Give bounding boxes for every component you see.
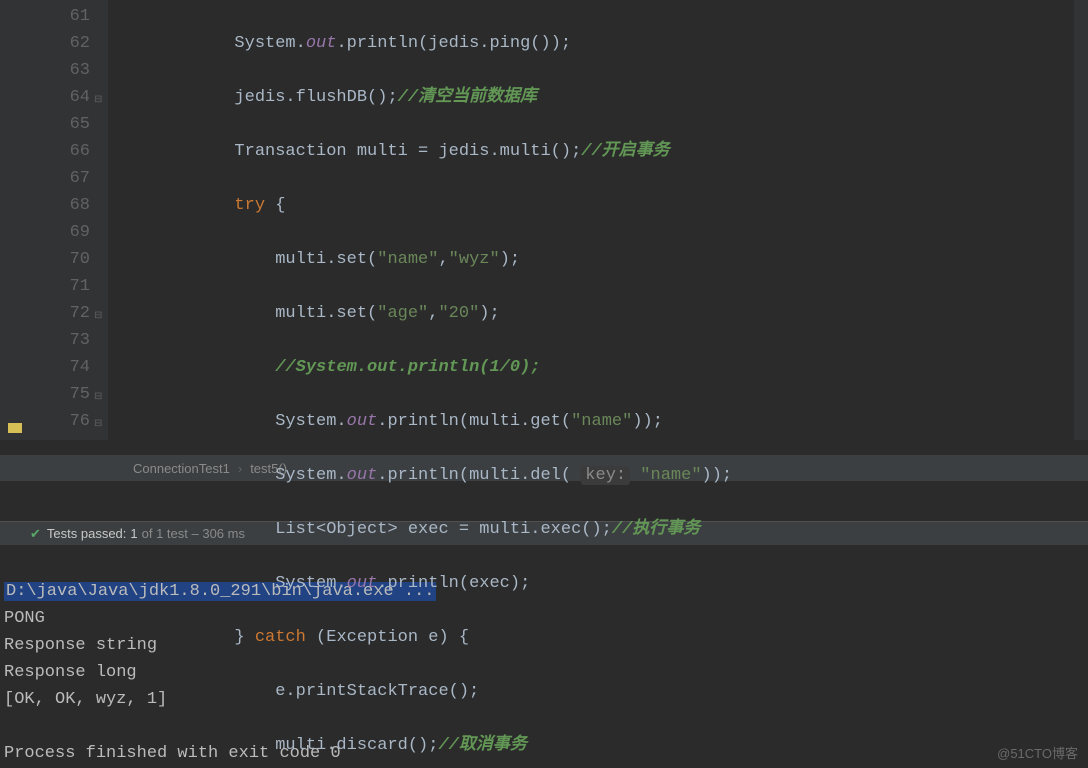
fold-open-icon[interactable]: ⊟ — [94, 87, 102, 114]
string: "wyz" — [449, 250, 500, 269]
line-number: 64 — [30, 84, 90, 111]
line-number: 65 — [30, 111, 90, 138]
code-text: .println(jedis.ping()); — [336, 34, 571, 53]
fold-close-icon[interactable]: ⊟ — [94, 411, 102, 438]
code-text: , — [428, 304, 438, 323]
code-text: Transaction multi = jedis.multi(); — [112, 142, 581, 161]
keyword: try — [234, 196, 265, 215]
line-number: 70 — [30, 246, 90, 273]
code-text: List<Object> exec = multi.exec(); — [112, 520, 612, 539]
watermark: @51CTO博客 — [997, 743, 1078, 762]
code-text: (Exception e) { — [306, 628, 469, 647]
line-number: 72 — [30, 300, 90, 327]
code-text: .println(multi.del( — [377, 466, 581, 485]
code-text — [112, 358, 275, 377]
line-number: 73 — [30, 327, 90, 354]
comment: //开启事务 — [581, 142, 669, 161]
line-number: 62 — [30, 30, 90, 57]
code-text: System. — [112, 412, 347, 431]
fold-open-icon[interactable]: ⊟ — [94, 303, 102, 330]
code-text: multi.set( — [112, 250, 377, 269]
string: "name" — [377, 250, 438, 269]
code-text — [112, 196, 234, 215]
line-number: 68 — [30, 192, 90, 219]
comment: //执行事务 — [612, 520, 700, 539]
code-text: .println(exec); — [377, 574, 530, 593]
editor-area: 61 62 63 64 65 66 67 68 69 70 71 72 73 7… — [0, 0, 1088, 440]
line-number: 75 — [30, 381, 90, 408]
code-text: )); — [702, 466, 733, 485]
code-text: multi.set( — [112, 304, 377, 323]
code-text: System. — [112, 34, 306, 53]
field-ref: out — [347, 466, 378, 485]
code-text: e.printStackTrace(); — [112, 682, 479, 701]
line-number: 76 — [30, 408, 90, 435]
edit-marker — [8, 423, 22, 433]
comment: //取消事务 — [438, 736, 526, 755]
code-text: System. — [112, 574, 347, 593]
console-line: PONG — [4, 609, 45, 628]
parameter-hint: key: — [581, 466, 630, 485]
field-ref: out — [347, 574, 378, 593]
left-margin — [0, 0, 30, 440]
line-number: 61 — [30, 3, 90, 30]
code-text: ); — [479, 304, 499, 323]
fold-close-icon[interactable]: ⊟ — [94, 384, 102, 411]
field-ref: out — [306, 34, 337, 53]
code-text: { — [265, 196, 285, 215]
line-number: 67 — [30, 165, 90, 192]
code-text: )); — [632, 412, 663, 431]
vertical-scrollbar[interactable] — [1074, 0, 1088, 440]
check-icon: ✔ — [30, 526, 41, 542]
code-text: jedis.flushDB(); — [112, 88, 398, 107]
code-text: multi.discard(); — [112, 736, 438, 755]
field-ref: out — [347, 412, 378, 431]
comment: //清空当前数据库 — [398, 88, 537, 107]
line-number: 66 — [30, 138, 90, 165]
keyword: catch — [255, 628, 306, 647]
string: "age" — [377, 304, 428, 323]
code-text: ); — [500, 250, 520, 269]
line-number: 74 — [30, 354, 90, 381]
code-editor[interactable]: System.out.println(jedis.ping()); jedis.… — [108, 0, 1088, 440]
line-number: 63 — [30, 57, 90, 84]
code-text: System. — [112, 466, 347, 485]
line-gutter[interactable]: 61 62 63 64 65 66 67 68 69 70 71 72 73 7… — [30, 0, 108, 440]
string: "name" — [630, 466, 701, 485]
code-text: .println(multi.get( — [377, 412, 571, 431]
comment: //System.out.println(1/0); — [275, 358, 540, 377]
line-number: 71 — [30, 273, 90, 300]
string: "name" — [571, 412, 632, 431]
code-text: } — [112, 628, 255, 647]
string: "20" — [438, 304, 479, 323]
line-number: 69 — [30, 219, 90, 246]
code-text: , — [438, 250, 448, 269]
